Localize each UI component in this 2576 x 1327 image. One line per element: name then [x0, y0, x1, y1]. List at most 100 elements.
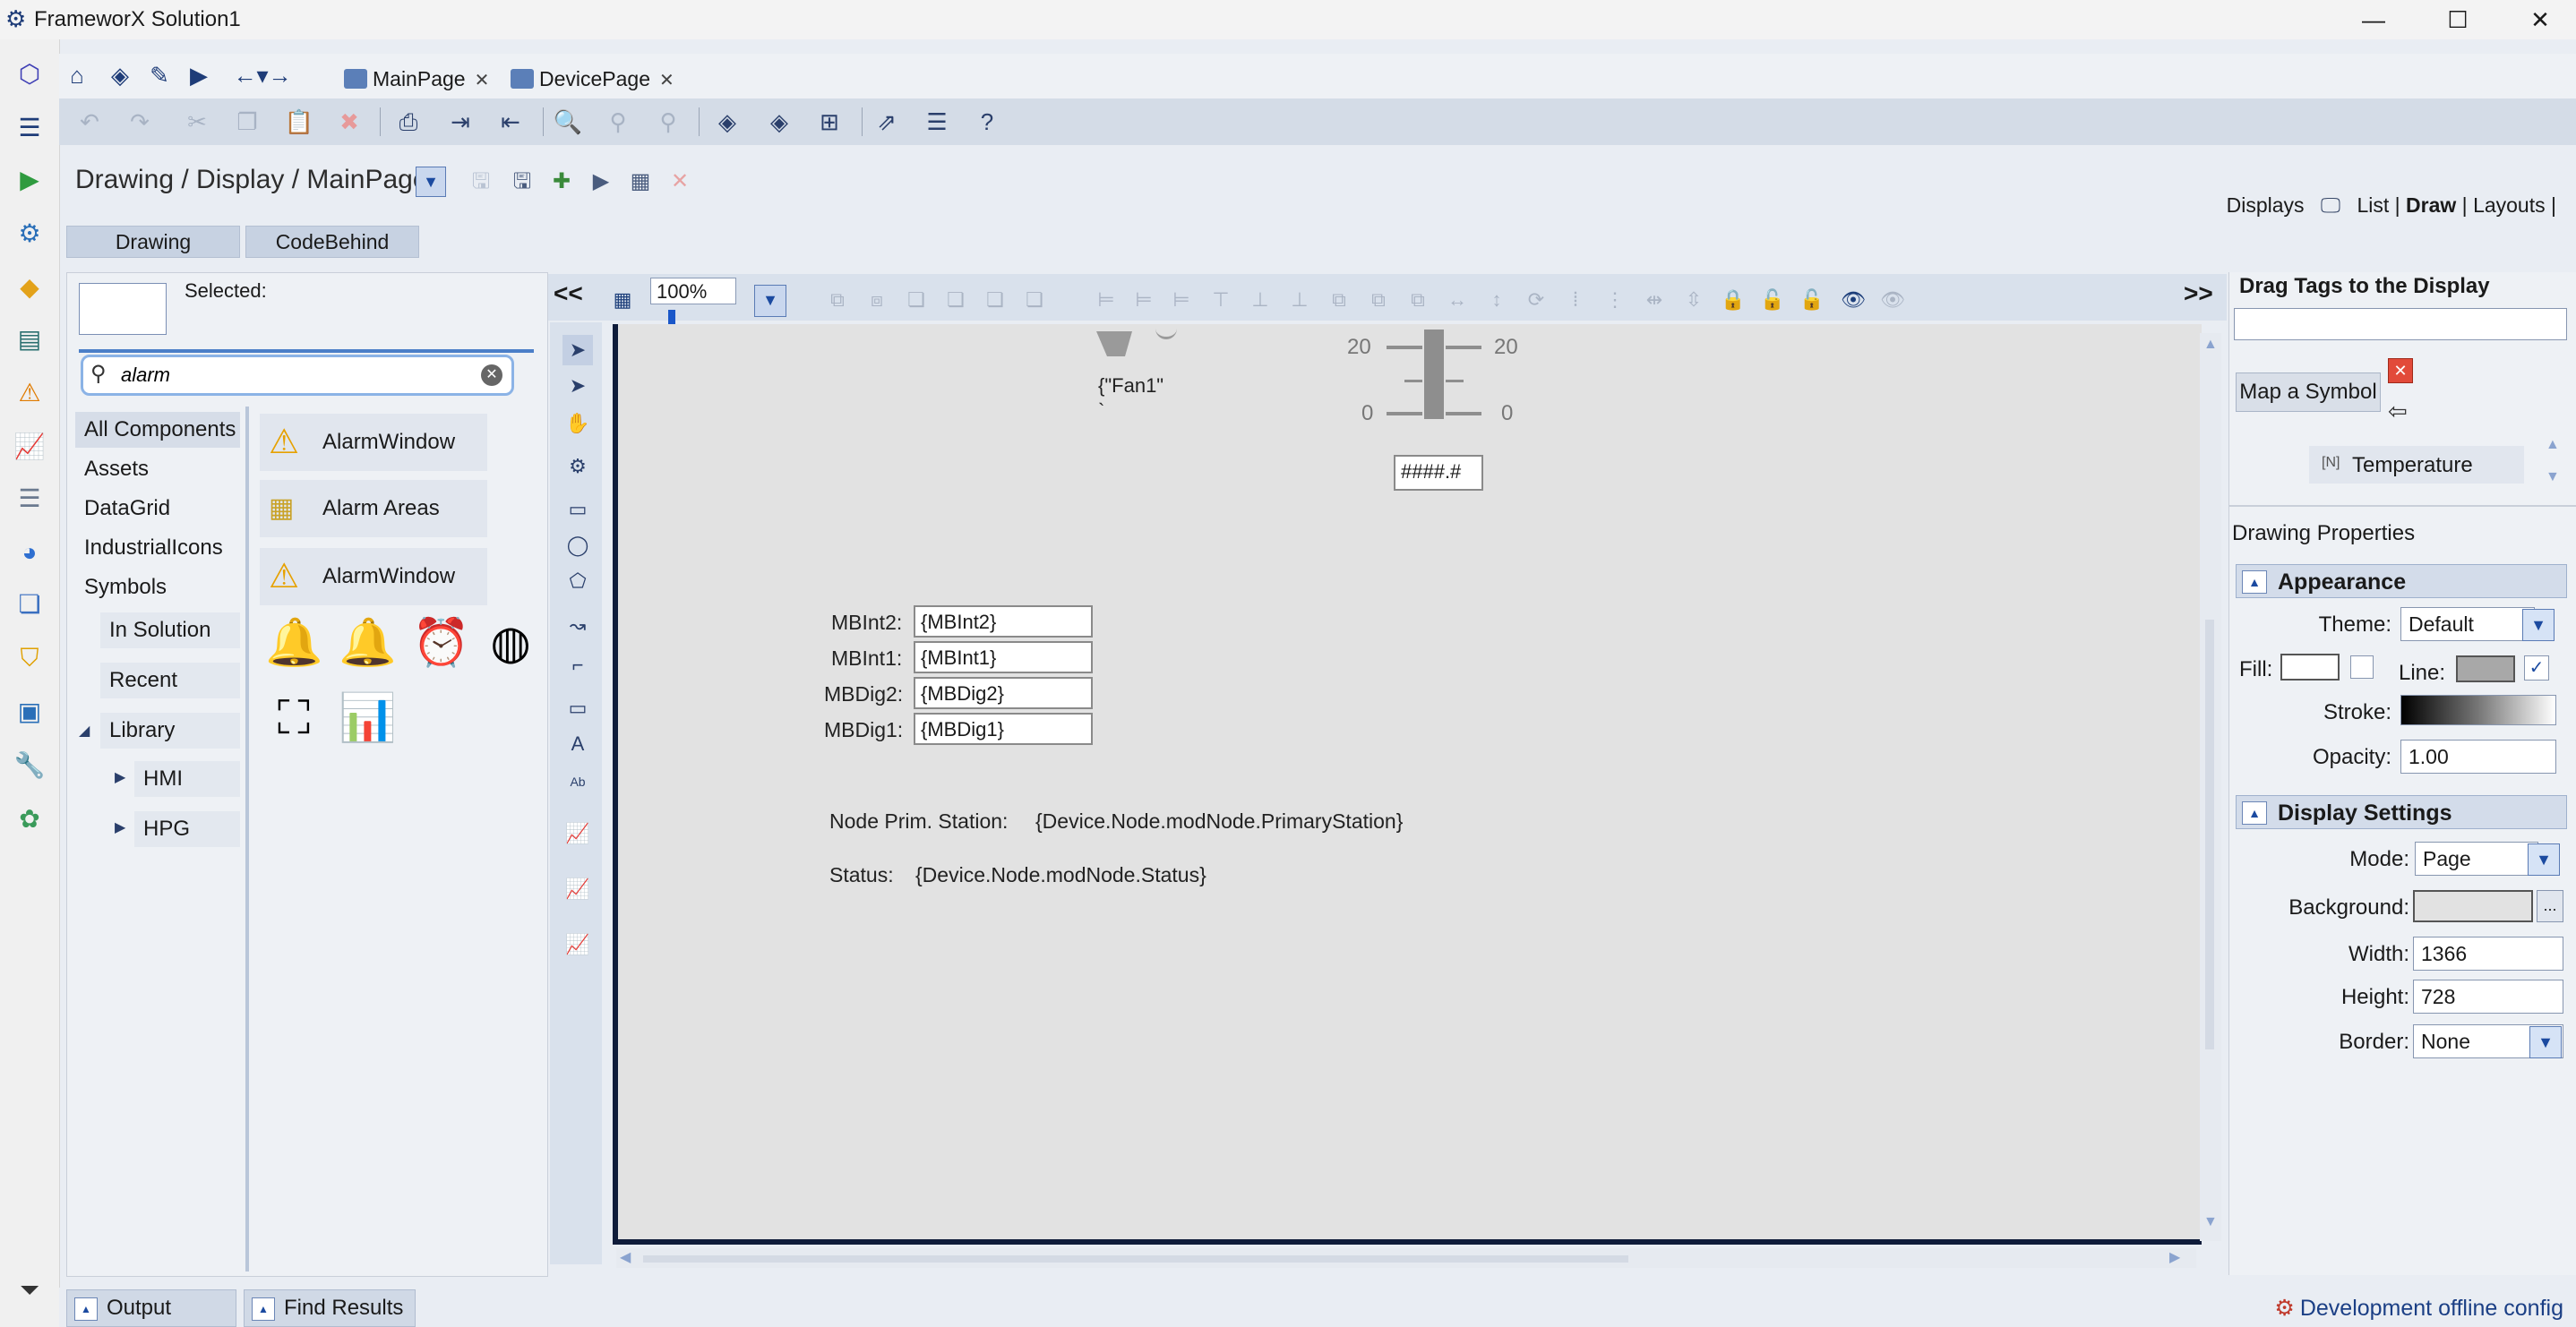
cut-icon[interactable]: ✂ — [179, 104, 215, 140]
tag-item-temperature[interactable]: [N] Temperature — [2309, 446, 2524, 484]
run-icon[interactable]: ▶ — [11, 161, 48, 199]
maximize-button[interactable]: ☐ — [2426, 4, 2490, 36]
expand-icon[interactable]: ▲ — [252, 1297, 275, 1321]
help-icon[interactable]: ? — [969, 104, 1005, 140]
fan-label[interactable]: {"Fan1" — [1098, 374, 1163, 398]
fill-checkbox[interactable] — [2350, 655, 2374, 679]
properties-icon[interactable]: ▦ — [625, 167, 656, 197]
scroll-right-icon[interactable]: ▶ — [2169, 1248, 2180, 1266]
settings-tool-icon[interactable]: ⚙ — [562, 451, 593, 482]
filter-icon[interactable]: ⏷ — [11, 1271, 48, 1309]
breadcrumb-dropdown[interactable]: ▼ — [416, 167, 446, 197]
tab-drawing[interactable]: Drawing — [66, 226, 240, 258]
alarm-symbol-icon[interactable]: ⏰ — [412, 614, 470, 672]
polygon-tool-icon[interactable]: ⬠ — [562, 566, 593, 596]
component-search[interactable]: ⚲ ✕ — [81, 355, 514, 396]
tag-scroll-down-icon[interactable]: ▼ — [2546, 469, 2560, 485]
pan-hand-icon[interactable]: ✋ — [562, 408, 593, 439]
scroll-down-icon[interactable]: ▼ — [2203, 1214, 2218, 1230]
preview-icon[interactable]: ▶ — [586, 167, 616, 197]
field-box-mbint1[interactable]: {MBInt1} — [914, 641, 1093, 673]
lock-icon[interactable]: 🔒 — [1718, 285, 1748, 315]
tab-close-icon[interactable]: ✕ — [659, 71, 674, 90]
ungroup-icon[interactable]: ⧈ — [862, 285, 892, 315]
brush-icon[interactable]: ✎ — [142, 57, 177, 93]
category-industrialicons[interactable]: IndustrialIcons — [75, 530, 240, 566]
delete-icon[interactable]: ✖ — [331, 104, 367, 140]
distribute-v-icon[interactable]: ⋮ — [1600, 285, 1630, 315]
category-symbols[interactable]: Symbols — [75, 569, 240, 605]
category-all-components[interactable]: All Components — [75, 412, 240, 448]
status-config[interactable]: ⚙ Development offline config — [2274, 1295, 2563, 1322]
stroke-selector[interactable] — [2400, 695, 2556, 725]
group-icon[interactable]: ⧉ — [822, 285, 853, 315]
expand-library-icon[interactable]: ◢ — [79, 722, 90, 740]
component-alarmwindow-2[interactable]: ⚠ AlarmWindow — [260, 548, 487, 605]
field-box-mbdig2[interactable]: {MBDig2} — [914, 677, 1093, 709]
tag-drop-input[interactable] — [2234, 308, 2567, 340]
copy-icon[interactable]: ❐ — [229, 104, 265, 140]
collapse-icon[interactable]: ▲ — [2242, 801, 2267, 825]
close-page-icon[interactable]: ✕ — [665, 167, 695, 197]
border-dropdown-icon[interactable]: ▼ — [2529, 1026, 2562, 1058]
save-icon[interactable]: 🖫 — [466, 167, 496, 197]
forward-icon[interactable]: ❏ — [980, 285, 1010, 315]
category-datagrid[interactable]: DataGrid — [75, 491, 240, 527]
space-horizontal-icon[interactable]: ↔ — [1442, 285, 1473, 315]
align-center-icon[interactable]: ⊨ — [1129, 285, 1159, 315]
node-station-value[interactable]: {Device.Node.modNode.PrimaryStation} — [1035, 809, 1403, 834]
extensions-icon[interactable]: ✿ — [11, 800, 48, 838]
expand-right-button[interactable]: >> — [2184, 279, 2213, 308]
horizontal-scrollbar[interactable]: ◀ ▶ — [616, 1248, 2196, 1268]
chart-symbol-icon[interactable]: 📊 — [339, 689, 397, 747]
background-more-button[interactable]: ... — [2537, 890, 2563, 922]
rotate-icon[interactable]: ⟳ — [1521, 285, 1551, 315]
category-in-solution[interactable]: In Solution — [100, 612, 240, 648]
grid-icon[interactable]: ▦ — [607, 285, 638, 315]
home-icon[interactable]: ⌂ — [59, 57, 95, 93]
same-width-icon[interactable]: ⧉ — [1363, 285, 1394, 315]
chart-link-icon[interactable]: 📈 — [562, 929, 593, 960]
scroll-up-icon[interactable]: ▲ — [2203, 337, 2218, 353]
ellipse-tool-icon[interactable]: ◯ — [562, 530, 593, 561]
find-user-icon[interactable]: ⚲ — [600, 104, 636, 140]
back-forward-icon[interactable]: ←▾→ — [224, 57, 301, 93]
category-hmi[interactable]: HMI — [134, 761, 240, 797]
devices-icon[interactable]: ▤ — [11, 321, 48, 358]
theme-select[interactable]: Default — [2400, 607, 2535, 641]
find-replace-icon[interactable]: ⚲ — [650, 104, 686, 140]
collapse-left-button[interactable]: << — [554, 279, 583, 308]
hidden-eye-icon[interactable]: 👁 — [1877, 285, 1908, 315]
align-middle-icon[interactable]: ⊥ — [1245, 285, 1275, 315]
historian-icon[interactable]: 📈 — [11, 428, 48, 466]
scale-bar[interactable] — [1424, 330, 1444, 419]
mode-select[interactable]: Page — [2415, 842, 2538, 876]
import-icon[interactable]: ⇥ — [442, 104, 478, 140]
displays-icon[interactable]: ▣ — [11, 693, 48, 731]
visible-eye-icon[interactable]: 👁 — [1838, 285, 1868, 315]
list-link[interactable]: List — [2357, 193, 2389, 217]
search-input[interactable] — [119, 361, 463, 390]
undo-icon[interactable]: ↶ — [72, 104, 107, 140]
tags-multi-icon[interactable]: ◈ — [761, 104, 797, 140]
field-box-mbint2[interactable]: {MBInt2} — [914, 605, 1093, 638]
clear-search-icon[interactable]: ✕ — [481, 364, 502, 386]
find-icon[interactable]: 🔍 — [550, 104, 586, 140]
send-back-icon[interactable]: ❏ — [940, 285, 971, 315]
same-height-icon[interactable]: ⧉ — [1403, 285, 1433, 315]
vertical-scroll-thumb[interactable] — [2205, 620, 2214, 1049]
open-external-icon[interactable]: ⇗ — [869, 104, 905, 140]
tab-close-icon[interactable]: ✕ — [475, 71, 490, 90]
align-left-icon[interactable]: ⊨ — [1091, 285, 1121, 315]
display-settings-section-header[interactable]: ▲ Display Settings — [2236, 795, 2567, 829]
datasets-icon[interactable]: ☰ — [11, 480, 48, 518]
chart-add-icon[interactable]: 📈 — [562, 818, 593, 849]
scroll-left-icon[interactable]: ◀ — [620, 1248, 631, 1266]
curve-tool-icon[interactable]: ↝ — [562, 611, 593, 641]
value-display-box[interactable]: ####.# — [1394, 455, 1483, 491]
close-window-button[interactable]: ✕ — [2508, 4, 2572, 36]
align-bottom-icon[interactable]: ⊥ — [1284, 285, 1315, 315]
opacity-input[interactable]: 1.00 — [2400, 740, 2556, 774]
zoom-input[interactable]: 100% — [650, 278, 736, 304]
category-library[interactable]: Library — [100, 713, 240, 749]
